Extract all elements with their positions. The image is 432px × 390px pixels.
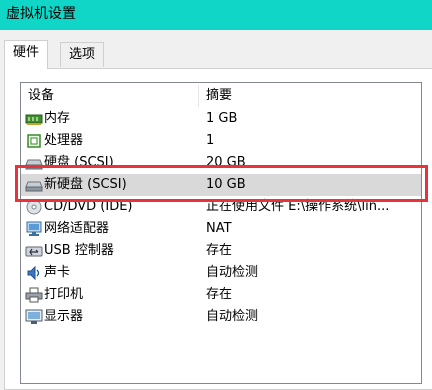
tab-hardware[interactable]: 硬件: [4, 40, 49, 69]
list-header: 设备 摘要: [21, 83, 421, 107]
device-name: CD/DVD (IDE): [44, 199, 133, 214]
device-summary: 存在: [206, 287, 233, 302]
title-bar: 虚拟机设置: [0, 0, 432, 30]
column-header-device[interactable]: 设备: [28, 83, 54, 107]
device-row-cd-dvd[interactable]: CD/DVD (IDE) 正在使用文件 E:\操作系统\lin...: [21, 196, 421, 218]
device-name: USB 控制器: [44, 243, 114, 258]
device-row-network-adapter[interactable]: 网络适配器 NAT: [21, 218, 421, 240]
window-title: 虚拟机设置: [6, 6, 76, 22]
device-summary: NAT: [206, 221, 232, 236]
hard-disk-icon: [25, 177, 43, 193]
usb-icon: [25, 243, 43, 259]
device-row-processor[interactable]: 处理器 1: [21, 130, 421, 152]
device-name: 网络适配器: [44, 221, 110, 236]
device-row-display[interactable]: 显示器 自动检测: [21, 306, 421, 328]
device-row-usb-controller[interactable]: USB 控制器 存在: [21, 240, 421, 262]
device-name: 内存: [44, 111, 71, 126]
device-name: 硬盘 (SCSI): [44, 155, 114, 170]
device-summary: 10 GB: [206, 177, 246, 192]
device-summary: 存在: [206, 243, 233, 258]
device-name: 显示器: [44, 309, 84, 324]
sound-card-icon: [25, 265, 43, 281]
device-name: 打印机: [44, 287, 84, 302]
device-row-printer[interactable]: 打印机 存在: [21, 284, 421, 306]
device-summary: 1: [206, 133, 215, 148]
memory-icon: [25, 111, 43, 127]
device-summary: 1 GB: [206, 111, 238, 126]
device-summary: 20 GB: [206, 155, 246, 170]
device-row-new-hard-disk[interactable]: 新硬盘 (SCSI) 10 GB: [21, 174, 421, 196]
printer-icon: [25, 287, 43, 303]
cd-dvd-icon: [25, 199, 43, 215]
display-icon: [25, 309, 43, 325]
device-row-sound-card[interactable]: 声卡 自动检测: [21, 262, 421, 284]
device-name: 处理器: [44, 133, 84, 148]
column-divider[interactable]: [198, 85, 199, 107]
device-name: 声卡: [44, 265, 71, 280]
device-summary: 正在使用文件 E:\操作系统\lin...: [206, 199, 390, 214]
device-row-memory[interactable]: 内存 1 GB: [21, 108, 421, 130]
device-summary: 自动检测: [206, 309, 259, 324]
hard-disk-icon: [25, 155, 43, 171]
processor-icon: [25, 133, 43, 149]
device-list[interactable]: 设备 摘要 内存 1 GB 处理器 1 硬盘 (SCSI) 20 GB 新硬盘 …: [20, 82, 422, 384]
network-adapter-icon: [25, 221, 43, 237]
device-name: 新硬盘 (SCSI): [44, 177, 127, 192]
tab-options[interactable]: 选项: [60, 42, 105, 67]
device-summary: 自动检测: [206, 265, 259, 280]
device-row-hard-disk[interactable]: 硬盘 (SCSI) 20 GB: [21, 152, 421, 174]
column-header-summary[interactable]: 摘要: [206, 83, 232, 107]
